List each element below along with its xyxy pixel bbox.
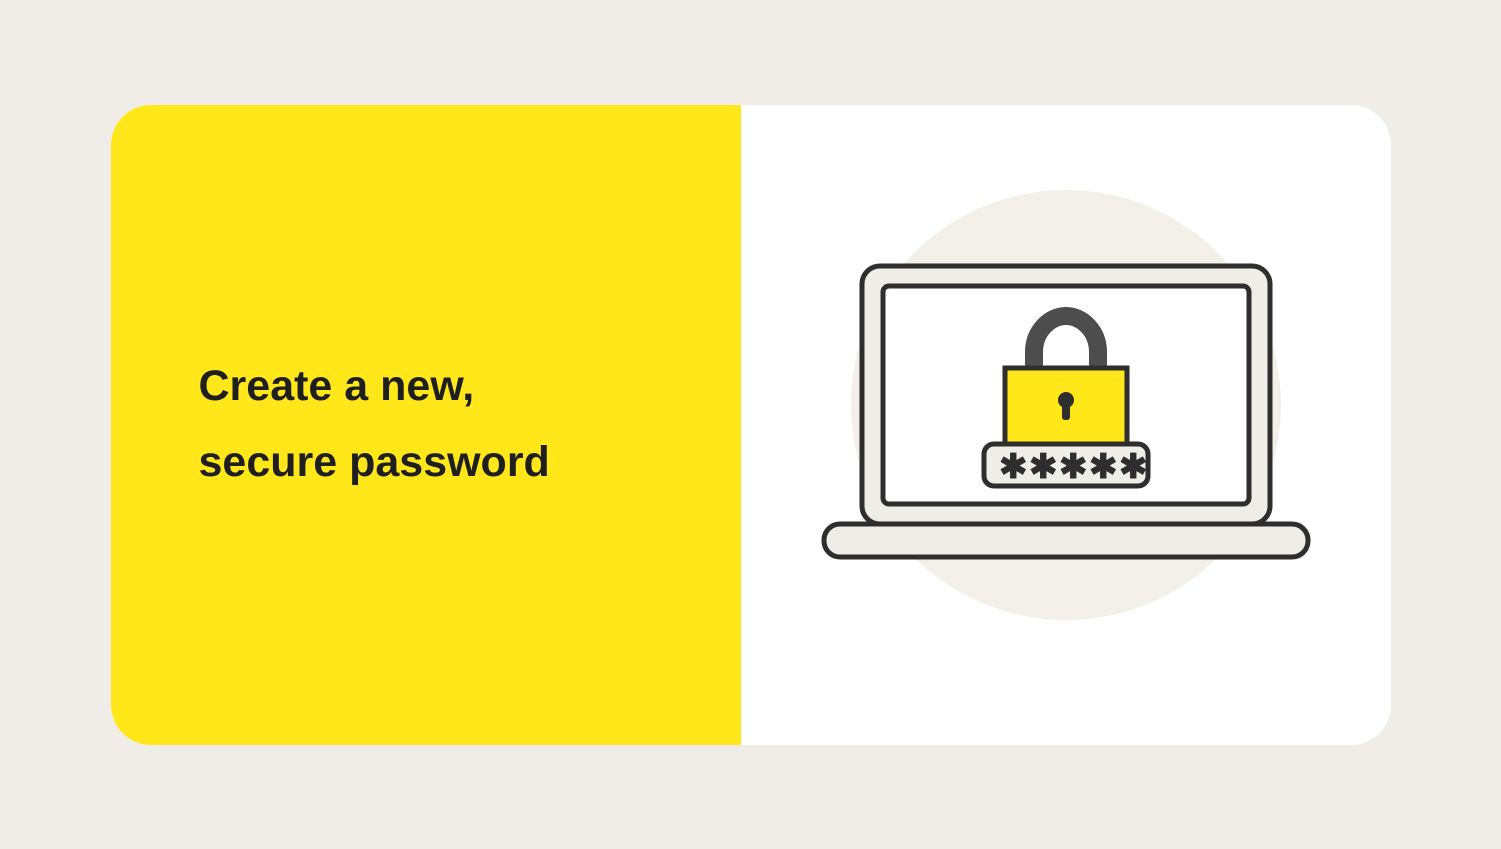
svg-text:✱: ✱: [1089, 448, 1118, 486]
heading-line-2: secure password: [199, 438, 550, 486]
heading: Create a new, secure password: [199, 349, 691, 500]
heading-line-1: Create a new,: [199, 362, 475, 410]
right-panel: ✱ ✱ ✱ ✱ ✱: [741, 105, 1391, 745]
svg-text:✱: ✱: [1059, 448, 1088, 486]
left-panel: Create a new, secure password: [111, 105, 741, 745]
svg-text:✱: ✱: [1029, 448, 1058, 486]
svg-text:✱: ✱: [999, 448, 1028, 486]
info-card: Create a new, secure password: [111, 105, 1391, 745]
svg-text:✱: ✱: [1119, 448, 1148, 486]
laptop-password-lock-icon: ✱ ✱ ✱ ✱ ✱: [821, 262, 1311, 587]
